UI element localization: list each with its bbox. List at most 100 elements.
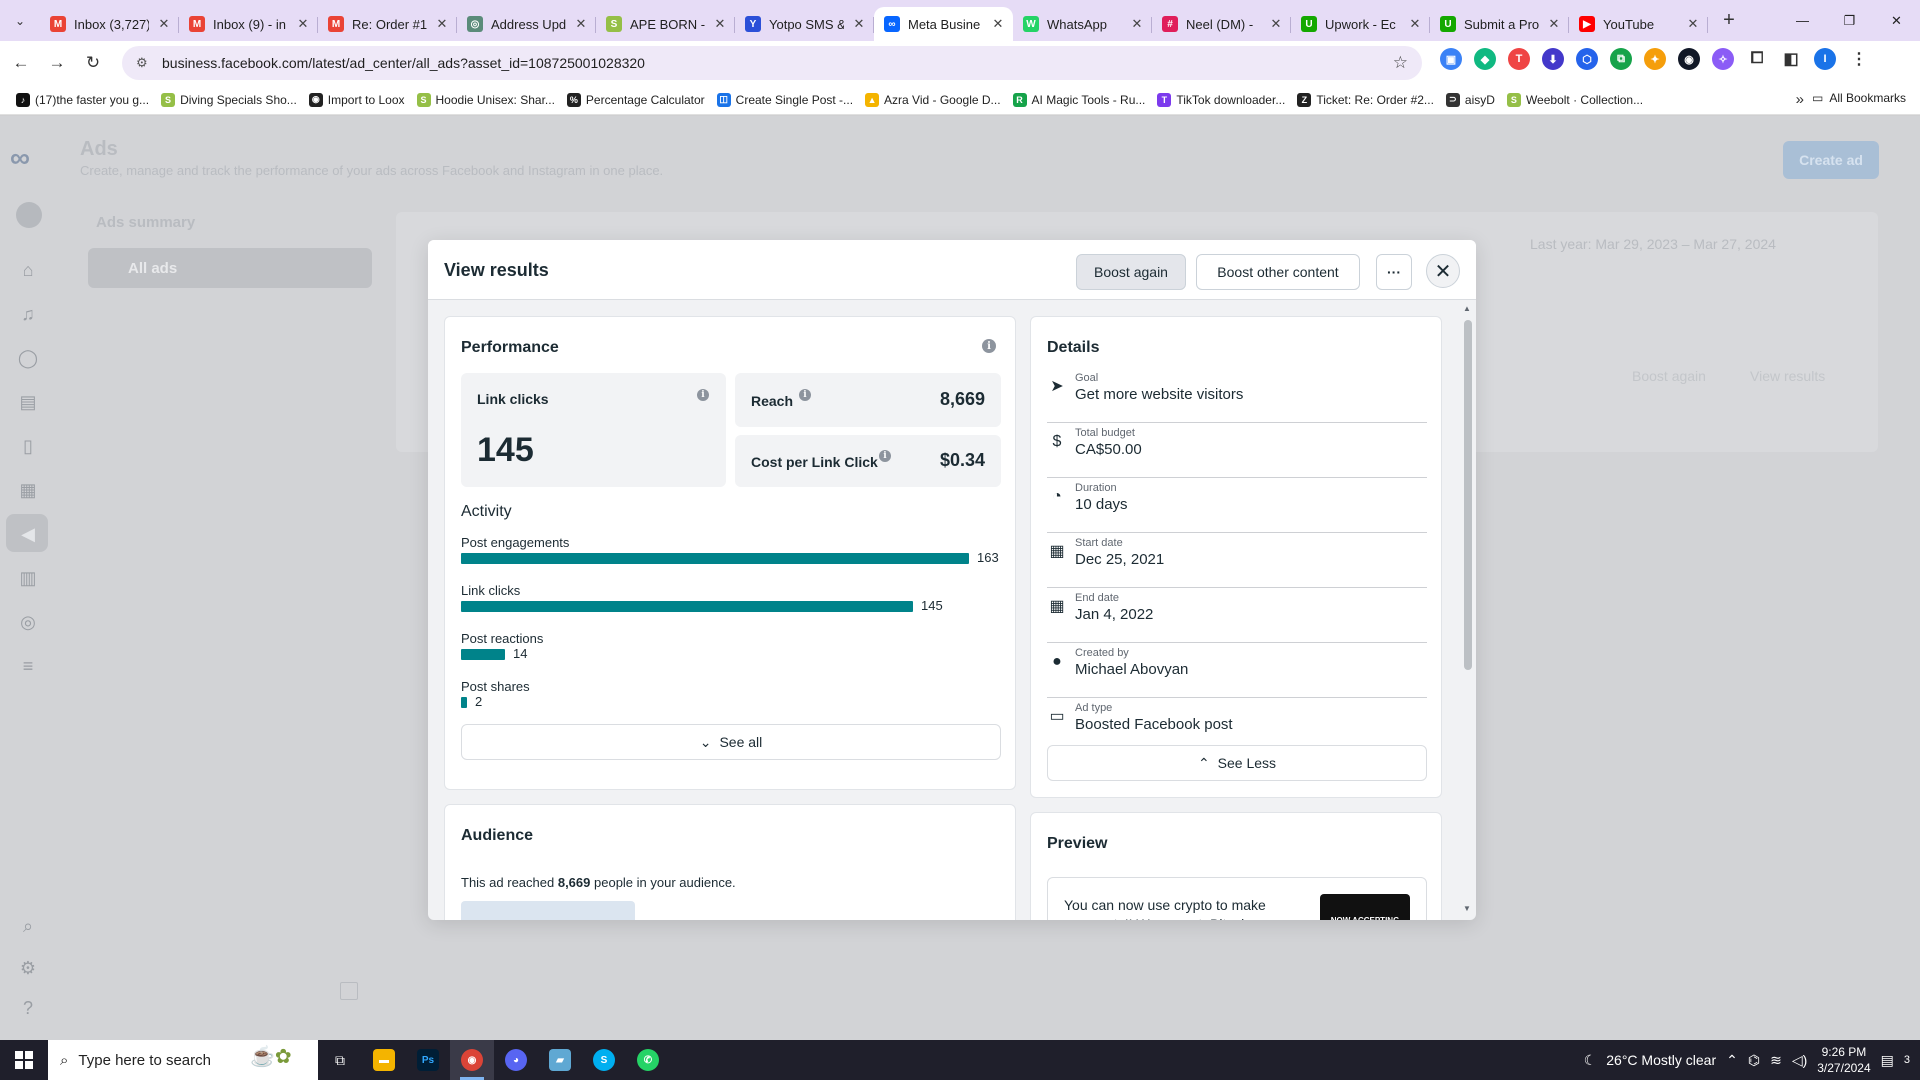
meta-logo-icon[interactable]: ∞ — [10, 142, 30, 174]
minimize-button[interactable]: — — [1779, 0, 1826, 41]
reload-button[interactable]: ↻ — [78, 48, 108, 78]
modal-close-button[interactable]: ✕ — [1426, 254, 1460, 288]
collapse-sidebar-icon[interactable] — [340, 982, 358, 1000]
tab-close-icon[interactable]: ✕ — [1686, 16, 1700, 32]
forward-button[interactable]: → — [42, 48, 72, 78]
taskbar-clock[interactable]: 9:26 PM 3/27/2024 — [1817, 1044, 1870, 1076]
weather-icon[interactable]: ☾ — [1584, 1052, 1597, 1069]
extension-icon[interactable]: ✦ — [1644, 48, 1666, 70]
info-icon[interactable]: i — [982, 339, 996, 353]
browser-tab[interactable]: W WhatsApp ✕ — [1013, 7, 1152, 41]
tab-close-icon[interactable]: ✕ — [1547, 16, 1561, 32]
extension-icon[interactable]: ✧ — [1712, 48, 1734, 70]
help-icon[interactable]: ? — [16, 996, 40, 1020]
bell-icon[interactable]: ♫ — [16, 302, 40, 326]
extension-icon[interactable]: ⬡ — [1576, 48, 1598, 70]
all-tools-icon[interactable]: ≡ — [16, 654, 40, 678]
info-icon[interactable]: i — [799, 389, 811, 401]
ads-summary-link[interactable]: Ads summary — [96, 214, 195, 231]
tab-close-icon[interactable]: ✕ — [1408, 16, 1422, 32]
gear-icon[interactable]: ⚙ — [16, 956, 40, 980]
bg-view-results-button[interactable]: View results — [1750, 368, 1825, 384]
taskbar-search[interactable]: ⌕ Type here to search ☕✿ — [48, 1040, 318, 1080]
browser-tab[interactable]: # Neel (DM) - ✕ — [1152, 7, 1291, 41]
date-range-picker[interactable]: Last year: Mar 29, 2023 – Mar 27, 2024 — [1530, 236, 1776, 252]
tab-close-icon[interactable]: ✕ — [1269, 16, 1283, 32]
window-close-button[interactable]: ✕ — [1873, 0, 1920, 41]
boost-other-content-button[interactable]: Boost other content — [1196, 254, 1360, 290]
search-icon[interactable]: ⌕ — [16, 914, 40, 938]
skype-button[interactable]: S — [582, 1040, 626, 1080]
scroll-thumb[interactable] — [1464, 320, 1472, 670]
back-button[interactable]: ← — [6, 48, 36, 78]
address-bar[interactable]: ⚙ business.facebook.com/latest/ad_center… — [122, 46, 1422, 80]
monetize-icon[interactable]: ◎ — [16, 610, 40, 634]
see-less-button[interactable]: ⌃ See Less — [1047, 745, 1427, 781]
tab-close-icon[interactable]: ✕ — [713, 16, 727, 32]
tab-close-icon[interactable]: ✕ — [574, 16, 588, 32]
bookmarks-overflow-icon[interactable]: » — [1796, 91, 1804, 108]
bookmark-item[interactable]: ◉ Import to Loox — [303, 92, 411, 107]
info-icon[interactable]: i — [879, 450, 891, 462]
chat-icon[interactable]: ◯ — [16, 346, 40, 370]
content-icon[interactable]: ▤ — [16, 390, 40, 414]
create-ad-button[interactable]: Create ad — [1783, 141, 1879, 179]
all-ads-nav-item[interactable]: All ads — [88, 248, 372, 288]
browser-tab[interactable]: U Upwork - Ec ✕ — [1291, 7, 1430, 41]
extension-icon[interactable]: ▣ — [1440, 48, 1462, 70]
browser-tab[interactable]: ▶ YouTube ✕ — [1569, 7, 1708, 41]
chevron-up-icon[interactable]: ⌃ — [1726, 1052, 1738, 1069]
site-info-icon[interactable]: ⚙ — [136, 55, 156, 71]
browser-tab[interactable]: M Re: Order #1 ✕ — [318, 7, 457, 41]
menu-kebab-icon[interactable]: ⋮ — [1848, 48, 1870, 70]
bookmark-item[interactable]: ◫ Create Single Post -... — [711, 92, 859, 107]
scroll-up-icon[interactable]: ▲ — [1463, 304, 1471, 313]
whatsapp-button[interactable]: ✆ — [626, 1040, 670, 1080]
browser-tab[interactable]: ◎ Address Upd ✕ — [457, 7, 596, 41]
puzzle-icon[interactable]: ⧠ — [1746, 48, 1768, 70]
bookmark-item[interactable]: S Hoodie Unisex: Shar... — [411, 92, 561, 107]
megaphone-icon[interactable]: ◀ — [16, 522, 40, 546]
calendar-icon[interactable]: ▦ — [16, 478, 40, 502]
browser-tab[interactable]: U Submit a Pro ✕ — [1430, 7, 1569, 41]
tab-search-button[interactable]: ⌄ — [0, 0, 40, 41]
restore-button[interactable]: ❐ — [1826, 0, 1873, 41]
tab-close-icon[interactable]: ✕ — [991, 16, 1005, 32]
home-icon[interactable]: ⌂ — [16, 258, 40, 282]
new-tab-button[interactable]: + — [1712, 4, 1746, 38]
discord-button[interactable]: ◕ — [494, 1040, 538, 1080]
insights-icon[interactable]: ▥ — [16, 566, 40, 590]
modal-scrollbar[interactable]: ▲ ▼ — [1462, 304, 1474, 916]
bookmark-item[interactable]: Z Ticket: Re: Order #2... — [1291, 92, 1440, 107]
all-bookmarks-button[interactable]: ▭ All Bookmarks — [1812, 91, 1906, 105]
bookmark-item[interactable]: % Percentage Calculator — [561, 92, 711, 107]
bookmark-item[interactable]: ♪ (17)the faster you g... — [10, 92, 155, 107]
weather-text[interactable]: 26°C Mostly clear — [1606, 1052, 1716, 1068]
see-all-button[interactable]: ⌄ See all — [461, 724, 1001, 760]
tab-close-icon[interactable]: ✕ — [852, 16, 866, 32]
notifications-icon[interactable]: ▤ — [1881, 1052, 1894, 1069]
bookmark-item[interactable]: S Diving Specials Sho... — [155, 92, 303, 107]
extension-icon[interactable]: ⧉ — [1610, 48, 1632, 70]
file-explorer-button[interactable]: ▬ — [362, 1040, 406, 1080]
bookmark-item[interactable]: T TikTok downloader... — [1151, 92, 1291, 107]
bookmark-item[interactable]: ▲ Azra Vid - Google D... — [859, 92, 1007, 107]
post-preview[interactable]: You can now use crypto to make payments!… — [1047, 877, 1427, 920]
notes-button[interactable]: ▰ — [538, 1040, 582, 1080]
start-button[interactable] — [0, 1040, 48, 1080]
scroll-down-icon[interactable]: ▼ — [1463, 904, 1471, 913]
tab-close-icon[interactable]: ✕ — [157, 16, 171, 32]
more-options-button[interactable]: ··· — [1376, 254, 1412, 290]
extension-icon[interactable]: T — [1508, 48, 1530, 70]
wifi-icon[interactable]: ≋ — [1770, 1052, 1782, 1069]
address-url[interactable]: business.facebook.com/latest/ad_center/a… — [162, 55, 645, 71]
tab-close-icon[interactable]: ✕ — [1130, 16, 1144, 32]
tab-close-icon[interactable]: ✕ — [296, 16, 310, 32]
photoshop-button[interactable]: Ps — [406, 1040, 450, 1080]
browser-tab[interactable]: M Inbox (9) - in ✕ — [179, 7, 318, 41]
volume-icon[interactable]: ◁) — [1792, 1052, 1807, 1069]
extension-icon[interactable]: ◆ — [1474, 48, 1496, 70]
bookmark-item[interactable]: ⊃ aisyD — [1440, 92, 1501, 107]
chrome-button[interactable]: ◉ — [450, 1040, 494, 1080]
bg-boost-again-button[interactable]: Boost again — [1632, 368, 1706, 384]
